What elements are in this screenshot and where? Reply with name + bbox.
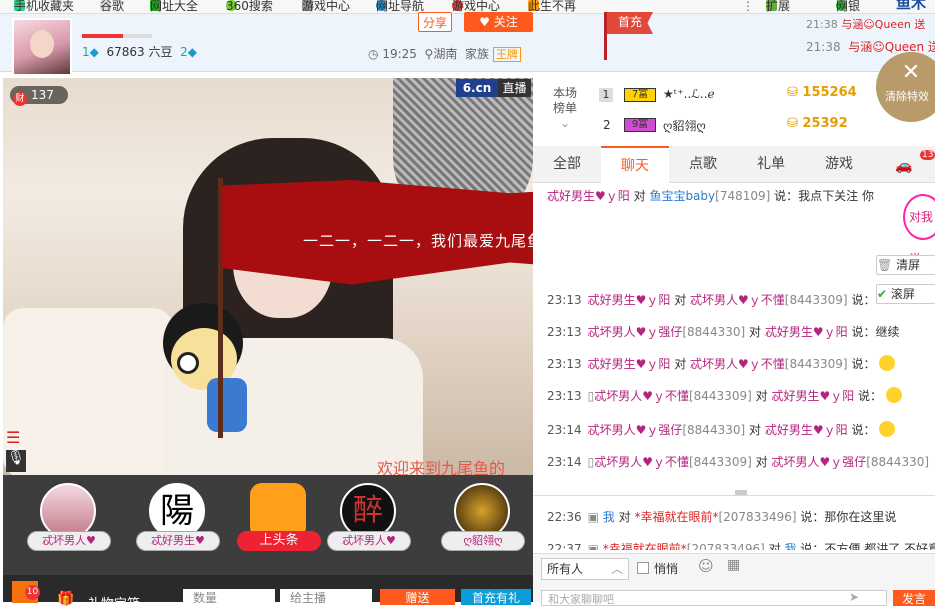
- chat-message: 23:13 忒好男生♥ｙ阳 对 忒坏男人♥ｙ不懂[8443309] 说：: [547, 293, 876, 307]
- menu-icon[interactable]: ☰: [6, 428, 26, 448]
- chat-message: 23:13 ▯忒坏男人♥ｙ不懂[8443309] 对 忒好男生♥ｙ阳 说：: [547, 385, 902, 407]
- level-right: 2: [180, 45, 188, 59]
- chat-message: 23:14 ▯忒坏男人♥ｙ不懂[8443309] 对 忒坏男人♥ｙ强仔[88443…: [547, 455, 930, 469]
- fan-4[interactable]: ღ貂翎ღ: [433, 483, 525, 563]
- fans-row: 忒坏男人♥ 陽忒好男生♥ 上头条 醉忒坏男人♥ ღ貂翎ღ: [3, 475, 533, 575]
- coin-icon: ⛁: [787, 116, 803, 131]
- private-icon: ▣: [587, 510, 599, 524]
- smile-emoji-icon: [879, 355, 896, 371]
- live-info: ◷ 19:25 ⚲湖南 家族 王牌: [368, 45, 521, 62]
- recipient-select[interactable]: 所有人 ︿: [541, 558, 629, 580]
- target-select[interactable]: 给主播: [280, 589, 372, 605]
- fan-0[interactable]: 忒坏男人♥: [19, 483, 111, 563]
- level-left: 1: [82, 45, 90, 59]
- check-icon: ✔: [877, 287, 888, 301]
- level-progress: [82, 34, 152, 38]
- send-button[interactable]: 发言: [893, 590, 935, 606]
- cartoon-body: [207, 378, 247, 432]
- video-stream[interactable]: ☰ 🎙: [3, 78, 533, 475]
- sofa: [3, 308, 173, 475]
- scroll-screen-button[interactable]: ✔ 滚屏: [876, 284, 935, 304]
- diamond-icon: ◆: [89, 45, 99, 59]
- whisper-checkbox[interactable]: [637, 562, 649, 574]
- private-icon: ▣: [587, 542, 599, 550]
- family-label: 家族: [465, 47, 490, 61]
- send-gift-button[interactable]: 赠送: [380, 589, 455, 605]
- share-button[interactable]: 分享: [418, 12, 452, 32]
- chat-input-bar: 所有人 ︿ 悄悄 ☺ ▦ 和大家聊聊吧 ➤ 发言: [533, 553, 935, 606]
- chat-message: 23:13 忒好男生♥ｙ阳 对 忒坏男人♥ｙ不懂[8443309] 说：: [547, 353, 896, 375]
- clock-icon: ◷: [368, 47, 379, 61]
- chevron-up-icon: ︿: [610, 562, 623, 576]
- gift-title: 礼物宝箱: [88, 597, 141, 612]
- anchor-avatar[interactable]: [12, 18, 72, 76]
- chat-input[interactable]: 和大家聊聊吧: [541, 590, 887, 606]
- rank-2: 2: [603, 118, 611, 132]
- live-time: 19:25: [382, 47, 417, 61]
- image-icon[interactable]: ▦: [727, 557, 740, 573]
- chat-list[interactable]: 忒好男生♥ｙ阳 对 鱼宝宝baby[748109] 说：我点下关注 你 23:1…: [533, 183, 935, 493]
- rank-name-1[interactable]: ★ᵗ⁺..ℒ..ℯ: [663, 87, 715, 101]
- room-header: 1◆ 67863 六豆 2◆ 分享 ♥ 关注 ◷ 19:25 ⚲湖南 家族 王牌…: [0, 12, 935, 76]
- tab-chat[interactable]: 聊天: [601, 146, 669, 183]
- rank-amount-1: ⛁ 155264: [787, 85, 857, 100]
- banner-text: 一二一，一二一，我们最爱九尾鱼！: [303, 232, 560, 250]
- site-logo: 鱼木: [896, 0, 927, 12]
- tab-all[interactable]: 全部: [533, 146, 601, 183]
- car-icon[interactable]: 🚗: [895, 158, 912, 174]
- tab-songs[interactable]: 点歌: [669, 146, 737, 183]
- heart-icon: ♥: [479, 15, 494, 29]
- fan-3[interactable]: 醉忒坏男人♥: [319, 483, 411, 563]
- quantity-select[interactable]: 数量: [183, 589, 275, 605]
- private-chat[interactable]: 22:36 ▣ 我 对 *幸福就在眼前*[207833496] 说：那你在这里说 …: [533, 495, 935, 550]
- diamond-icon-2: ◆: [187, 45, 198, 59]
- clear-screen-button[interactable]: 🗑 清屏: [876, 255, 935, 275]
- flag-pole: [604, 12, 607, 60]
- fan-2[interactable]: 上头条: [229, 483, 321, 563]
- rank-1: 1: [599, 88, 613, 102]
- chat-message: 23:13 忒坏男人♥ｙ强仔[8844330] 对 忒好男生♥ｙ阳 说：继续: [547, 325, 900, 339]
- rank-name-2[interactable]: ღ貂翎ღ: [663, 117, 706, 134]
- family-badge[interactable]: 王牌: [492, 47, 521, 62]
- recharge-button[interactable]: 首充有礼: [461, 589, 531, 605]
- close-icon: ✕: [901, 60, 921, 85]
- talk-to-me-button[interactable]: 对我说: [903, 194, 935, 266]
- bean-count: 67863 六豆: [106, 45, 173, 59]
- chat-tabs: 全部 聊天 点歌 礼单 游戏 🚗 13: [533, 146, 935, 183]
- tab-gifts[interactable]: 礼单: [737, 146, 805, 183]
- gift-badge: 10: [25, 585, 40, 600]
- follow-button[interactable]: ♥ 关注: [464, 12, 533, 32]
- rich-badge-2: 9富: [624, 118, 656, 132]
- rank-amount-2: ⛁ 25392: [787, 116, 848, 131]
- chat-message: 23:14 忒坏男人♥ｙ强仔[8844330] 对 忒好男生♥ｙ阳 说：: [547, 419, 896, 441]
- gift-bar: 10 🎁 礼物宝箱 数量 给主播 赠送 首充有礼: [3, 575, 533, 612]
- private-message: 22:36 ▣ 我 对 *幸福就在眼前*[207833496] 说：那你在这里说: [547, 510, 897, 524]
- trash-icon: 🗑: [877, 258, 893, 272]
- site-logo-6cn: 6.cn 直播: [456, 79, 531, 97]
- chevron-down-icon: ⌄: [559, 116, 571, 130]
- location: 湖南: [433, 47, 458, 61]
- chat-message: 忒好男生♥ｙ阳 对 鱼宝宝baby[748109] 说：我点下关注 你: [547, 189, 874, 203]
- microphone-icon[interactable]: 🎙: [6, 450, 26, 472]
- more-icon[interactable]: ⋮: [742, 0, 754, 13]
- laugh-emoji-icon: [885, 387, 902, 403]
- tab-badge: 13: [920, 150, 935, 160]
- cartoon-eye: [177, 352, 199, 374]
- emoji-icon[interactable]: ☺: [698, 557, 714, 575]
- ranking-label: 本场 榜单 ⌄: [553, 86, 578, 130]
- rich-badge-1: 7富: [624, 88, 656, 102]
- fan-1[interactable]: 陽忒好男生♥: [128, 483, 220, 563]
- present-icon: 🎁: [57, 591, 75, 607]
- bookmark-bank[interactable]: 网银 ⌄: [836, 0, 860, 13]
- wealth-badge: 财 137: [10, 86, 68, 106]
- bookmark-extensions[interactable]: 扩展 ⌄: [766, 0, 790, 13]
- anchor-stats: 1◆ 67863 六豆 2◆: [82, 43, 197, 60]
- smile-emoji-icon: [879, 421, 896, 437]
- tab-games[interactable]: 游戏: [805, 146, 873, 183]
- coin-icon: ⛁: [787, 85, 803, 100]
- news-item-0: 21:38 与涵☺Queen 送: [806, 18, 926, 31]
- private-message: 22:37 ▣ *幸福就在眼前*[207833496] 对 我 说：不方便 都讲了…: [547, 538, 935, 550]
- first-charge-flag[interactable]: 首充: [607, 12, 653, 34]
- whisper-label: 悄悄: [654, 562, 679, 576]
